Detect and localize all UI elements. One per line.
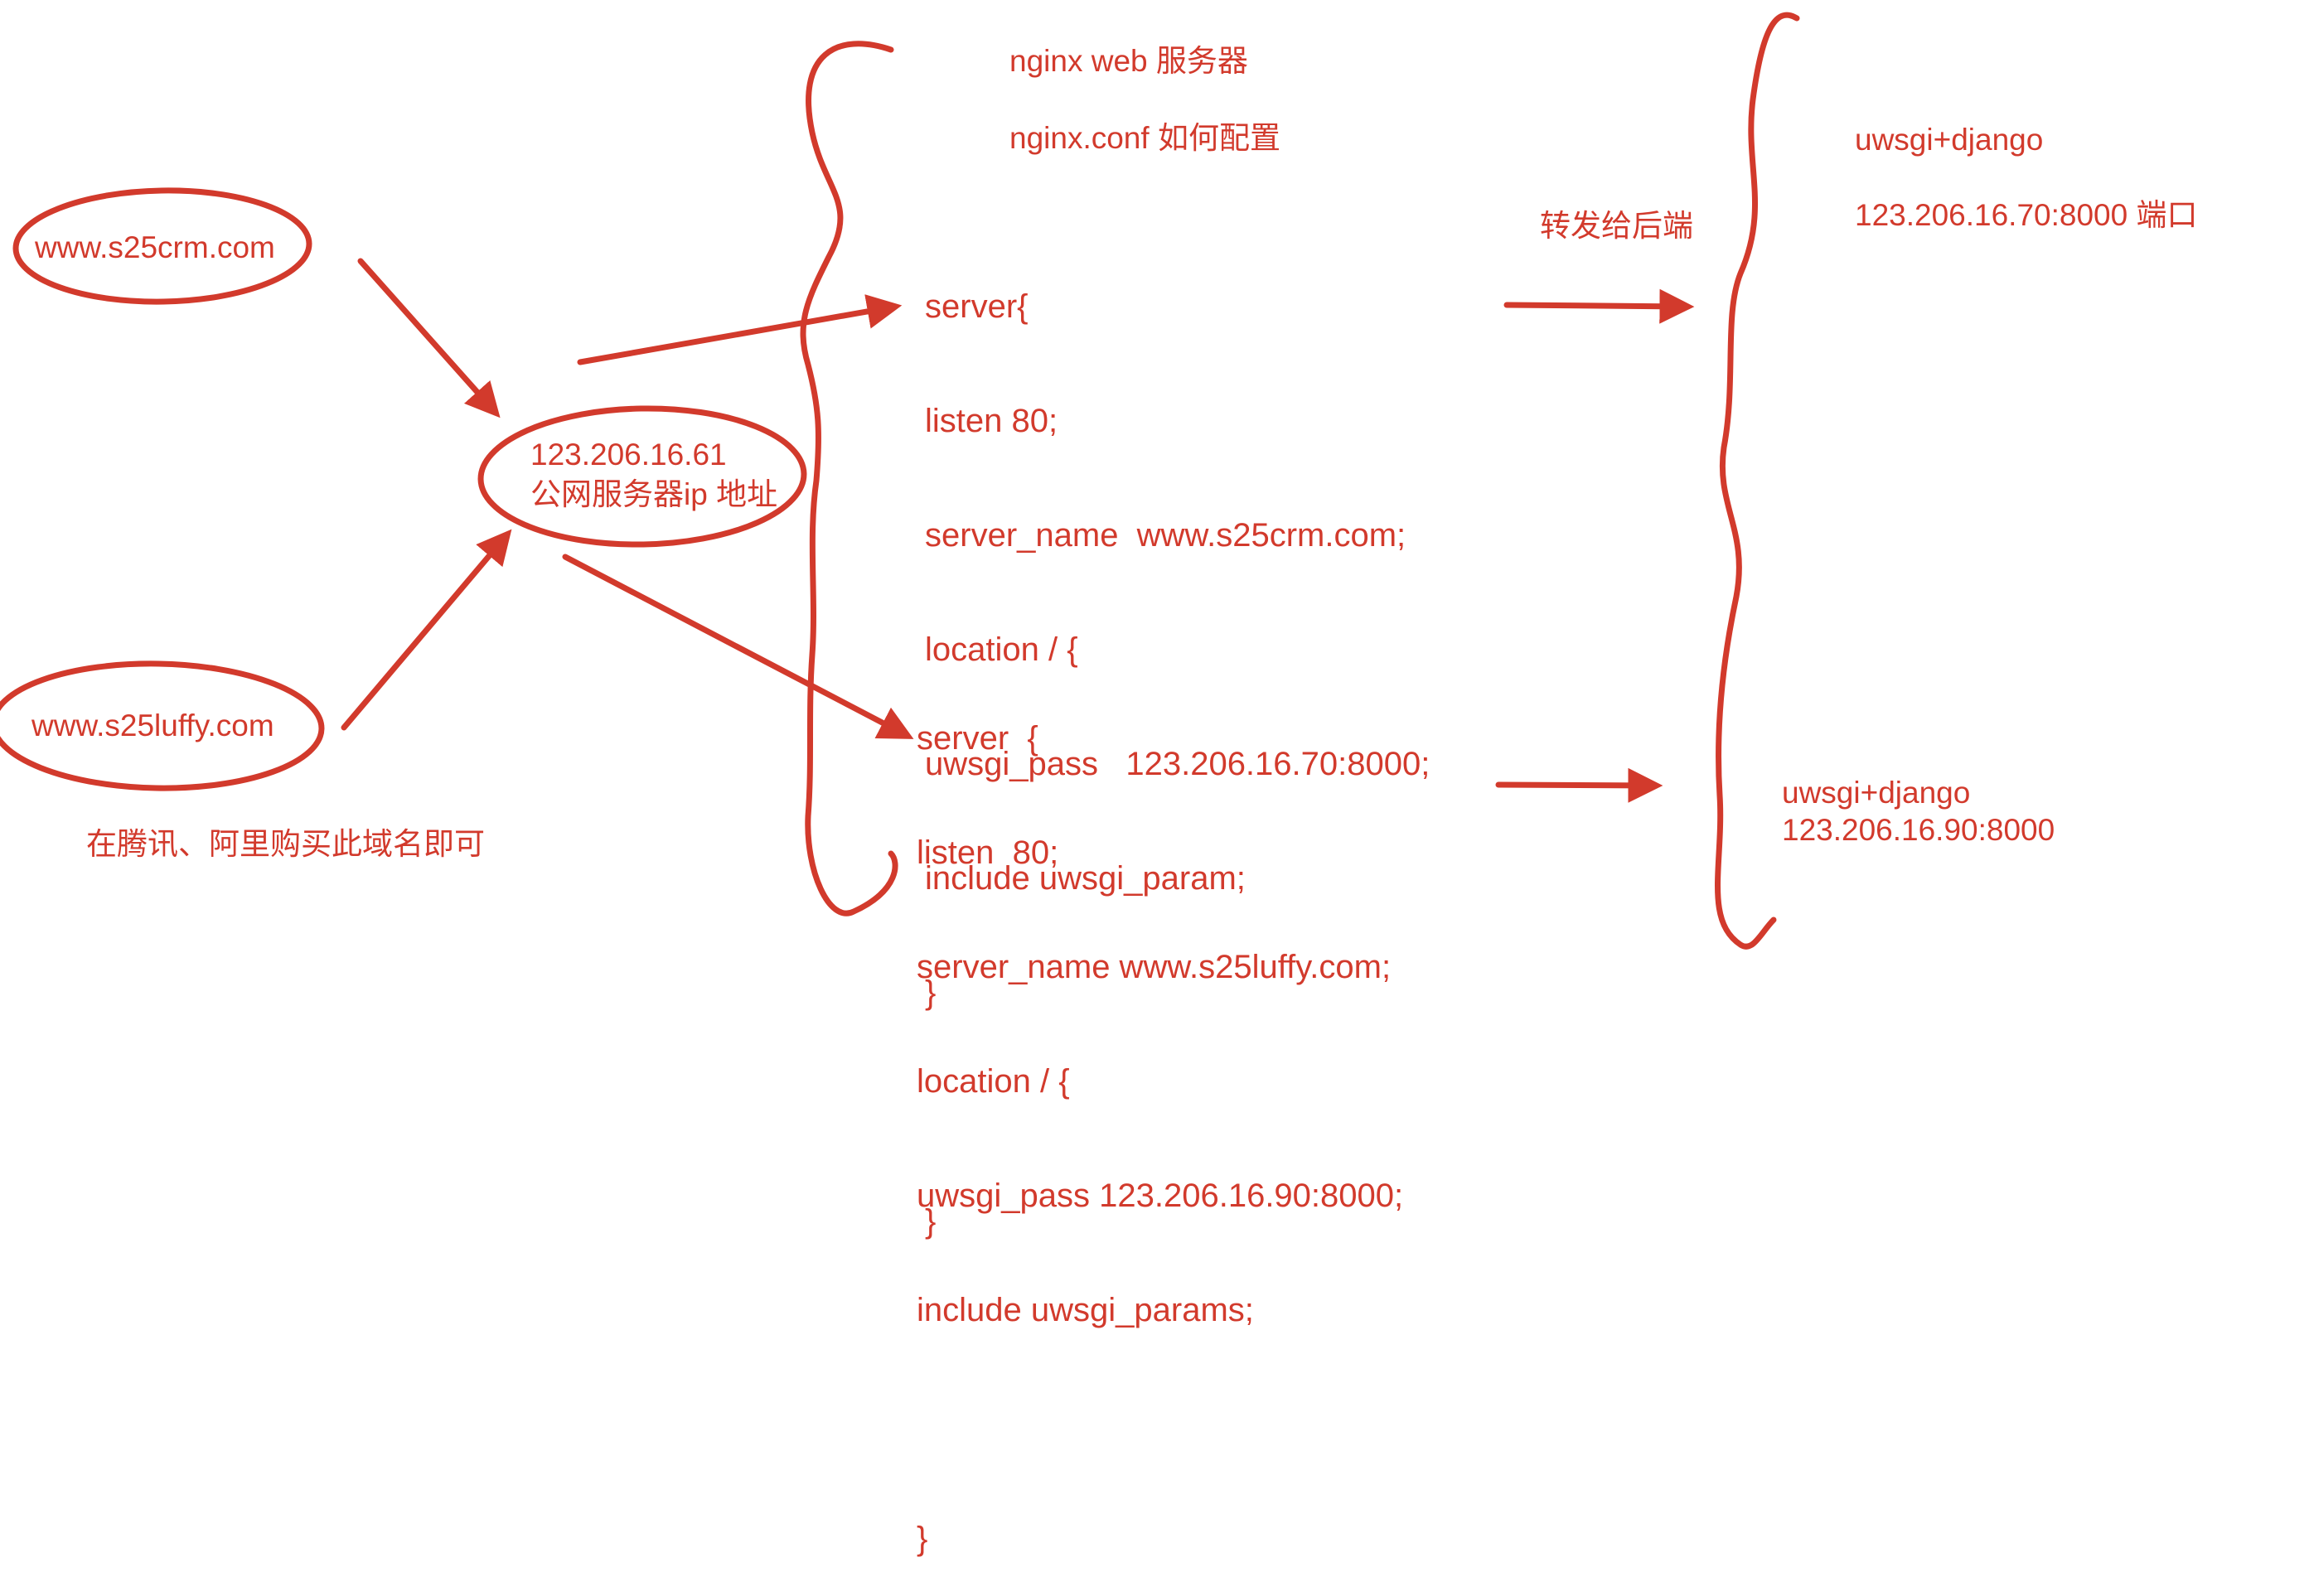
luffy-domain-label: www.s25luffy.com: [31, 709, 274, 742]
backend-1-name: uwsgi+django: [1855, 123, 2044, 157]
purchase-note: 在腾讯、阿里购买此域名即可: [86, 827, 485, 861]
nginx-title: nginx web 服务器: [1009, 44, 1248, 78]
crm-domain-label: www.s25crm.com: [35, 230, 275, 264]
backend-2-address: 123.206.16.90:8000: [1782, 813, 2055, 847]
forward-to-backend2-arrow: [1495, 767, 1663, 803]
backend-2-name: uwsgi+django: [1782, 776, 1971, 810]
server-block-luffy-line: include uwsgi_params;: [917, 1292, 1254, 1328]
nginx-config-question: nginx.conf 如何配置: [1009, 121, 1280, 155]
server-block-luffy-line: [917, 1405, 1403, 1444]
server-block-luffy-line: location / {: [917, 1063, 1070, 1100]
server-block-luffy-line: uwsgi_pass 123.206.16.90:8000;: [917, 1178, 1404, 1214]
nginx-brace: [800, 41, 898, 916]
server-block-luffy-line: server_name www.s25luffy.com;: [917, 949, 1392, 985]
server-block-luffy-line: }: [917, 1521, 928, 1557]
public-server-label: 公网服务器ip 地址: [530, 477, 778, 511]
forward-label: 转发给后端: [1540, 209, 1693, 243]
luffy-to-server-arrow: [341, 529, 512, 731]
crm-to-server-arrow: [357, 258, 501, 418]
server-to-block1-arrow: [577, 294, 903, 365]
public-server-ip: 123.206.16.61: [530, 438, 727, 472]
backend-1-address: 123.206.16.70:8000 端口: [1855, 198, 2198, 232]
public-server-ellipse: [477, 405, 807, 548]
server-block-crm-line: listen 80;: [925, 403, 1058, 439]
server-block-luffy-line: server {: [917, 720, 1038, 757]
forward-to-backend1-arrow: [1503, 288, 1695, 324]
server-to-block2-arrow: [562, 554, 914, 739]
server-block-crm-line: server{: [925, 288, 1029, 325]
server-block-crm-line: server_name www.s25crm.com;: [925, 517, 1406, 554]
server-block-luffy: server { listen 80; server_name www.s25l…: [917, 643, 1403, 1596]
server-block-luffy-line: listen 80;: [917, 834, 1059, 871]
